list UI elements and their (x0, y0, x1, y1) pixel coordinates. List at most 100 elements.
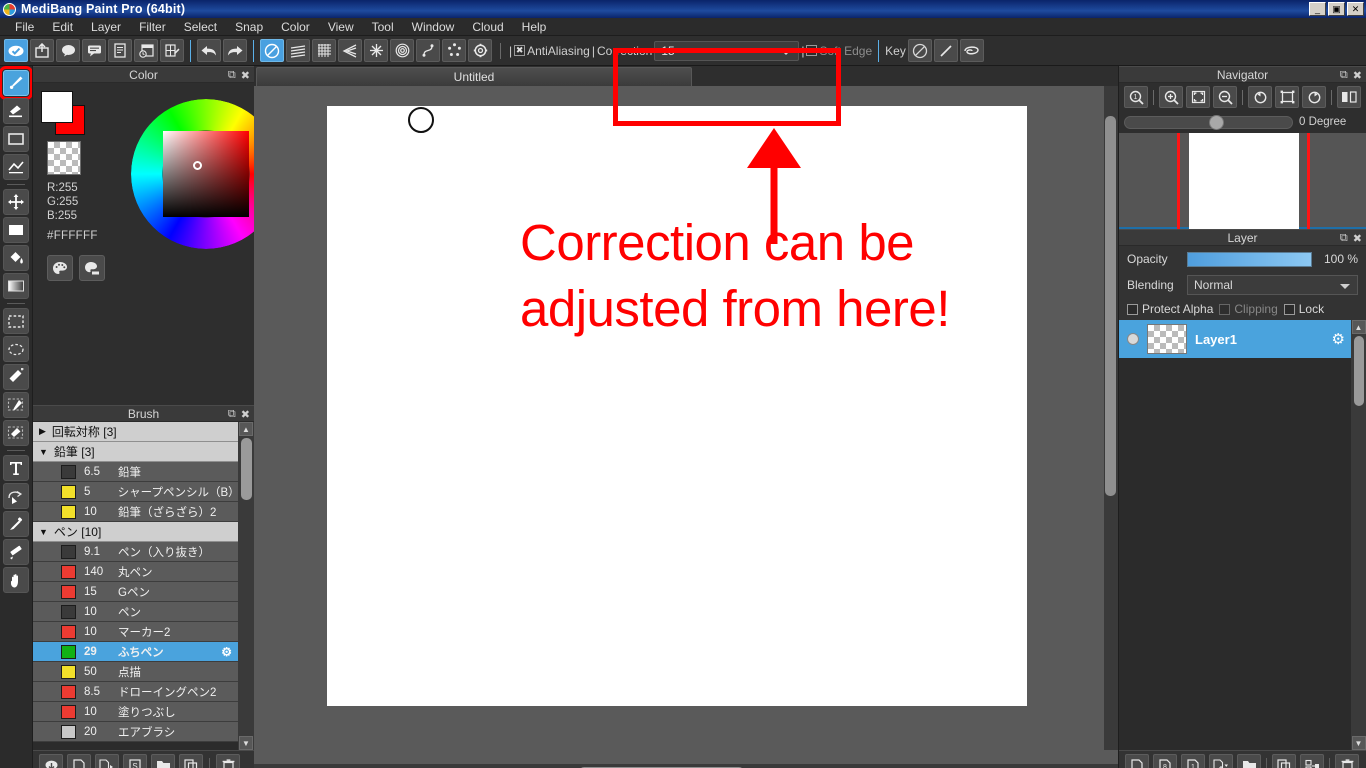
brush-group[interactable]: ▼ ペン [10] (33, 522, 238, 542)
line-tool[interactable] (3, 154, 29, 180)
reset-rotate-icon[interactable] (1275, 86, 1299, 108)
disclosure-triangle-icon[interactable]: ▼ (39, 527, 48, 537)
canvas-vertical-scrollbar[interactable] (1104, 86, 1118, 750)
brush-list-item[interactable]: 6.5 鉛筆 (33, 462, 238, 482)
bucket-tool[interactable] (3, 245, 29, 271)
menu-item-edit[interactable]: Edit (43, 18, 82, 36)
menu-item-layer[interactable]: Layer (82, 18, 130, 36)
brush-list-item[interactable]: 5 シャープペンシル（B） (33, 482, 240, 502)
menu-item-file[interactable]: File (6, 18, 43, 36)
scroll-thumb[interactable] (240, 438, 252, 500)
brush-list-item[interactable]: 10 ペン (33, 602, 238, 622)
none-icon[interactable] (907, 39, 932, 62)
menu-item-select[interactable]: Select (175, 18, 226, 36)
script-brush-icon[interactable]: S (123, 754, 147, 768)
palette-icon[interactable] (47, 255, 73, 281)
float-icon[interactable]: ⧉ (1340, 232, 1348, 245)
disclosure-triangle-icon[interactable]: ▼ (39, 447, 48, 457)
gradient-tool[interactable] (3, 273, 29, 299)
new-8bit-layer-icon[interactable]: 8 (1153, 754, 1177, 768)
vertical-scroll-thumb[interactable] (1105, 116, 1116, 496)
sv-cursor[interactable] (193, 161, 202, 170)
canvas-paper[interactable]: Correction can be adjusted from here! (327, 106, 1027, 706)
opacity-slider[interactable] (1187, 251, 1312, 267)
new-brush-icon[interactable] (67, 754, 91, 768)
undo-icon[interactable] (197, 39, 221, 62)
rotation-slider-knob[interactable] (1209, 114, 1224, 130)
duplicate-layer-icon[interactable] (1272, 754, 1296, 768)
foreground-color-swatch[interactable] (41, 91, 73, 123)
document-icon[interactable] (108, 39, 132, 62)
brush-list-item[interactable]: 9.1 ペン（入り抜き） (33, 542, 238, 562)
zoom-out-icon[interactable] (1213, 86, 1237, 108)
visibility-toggle-icon[interactable] (1127, 333, 1139, 345)
navigator-thumbnail[interactable] (1119, 133, 1366, 229)
download-brush-icon[interactable] (39, 754, 63, 768)
redo-icon[interactable] (223, 39, 247, 62)
trash-icon[interactable] (216, 754, 240, 768)
brush-list-item[interactable]: 20 エアブラシ (33, 722, 238, 742)
fill-rect-tool[interactable] (3, 217, 29, 243)
lasso-icon[interactable] (959, 39, 984, 62)
minimize-button[interactable]: _ (1309, 2, 1326, 16)
rotation-slider[interactable] (1124, 114, 1293, 130)
clipping-checkbox[interactable] (1219, 303, 1231, 315)
float-icon[interactable]: ⧉ (228, 69, 236, 82)
brush-scrollbar[interactable]: ▲ ▼ (238, 422, 254, 750)
layer-scroll-thumb[interactable] (1353, 336, 1364, 406)
edit-grid-icon[interactable] (160, 39, 184, 62)
polygon-icon[interactable] (442, 39, 466, 62)
menu-item-color[interactable]: Color (272, 18, 319, 36)
layer-row[interactable]: Layer1 ⚙ (1119, 320, 1351, 358)
text-tool[interactable] (3, 455, 29, 481)
rotate-left-icon[interactable] (1248, 86, 1272, 108)
lasso-tool[interactable] (3, 336, 29, 362)
menu-item-snap[interactable]: Snap (226, 18, 272, 36)
scroll-up-icon[interactable]: ▲ (1351, 320, 1366, 334)
magic-wand-tool[interactable] (3, 364, 29, 390)
merge-layer-icon[interactable] (1300, 754, 1324, 768)
close-icon[interactable]: ✖ (1353, 69, 1362, 82)
operation-tool[interactable] (3, 539, 29, 565)
menu-item-filter[interactable]: Filter (130, 18, 175, 36)
add-layer-menu-icon[interactable] (1209, 754, 1233, 768)
new-layer-icon[interactable] (1125, 754, 1149, 768)
folder-icon[interactable] (151, 754, 175, 768)
curve-icon[interactable] (416, 39, 440, 62)
brush-list-item[interactable]: 10 鉛筆（ざらざら）2 (33, 502, 238, 522)
transparent-color-swatch[interactable] (47, 141, 81, 175)
scroll-up-icon[interactable]: ▲ (239, 422, 253, 436)
comment-icon[interactable] (56, 39, 80, 62)
saturation-value-box[interactable] (163, 131, 249, 217)
menu-item-help[interactable]: Help (513, 18, 556, 36)
perspective-icon[interactable] (338, 39, 362, 62)
delete-layer-icon[interactable] (1335, 754, 1359, 768)
brush-list-item[interactable]: 50 点描 (33, 662, 238, 682)
brush-list-item[interactable]: 29 ふちペン ⚙ (33, 642, 238, 662)
eyedropper-tool[interactable] (3, 511, 29, 537)
timeline-icon[interactable] (134, 39, 158, 62)
close-icon[interactable]: ✖ (1353, 232, 1362, 245)
scroll-down-icon[interactable]: ▼ (239, 736, 253, 750)
menu-item-tool[interactable]: Tool (363, 18, 403, 36)
menu-item-cloud[interactable]: Cloud (463, 18, 512, 36)
protect-alpha-checkbox[interactable] (1127, 303, 1138, 315)
float-icon[interactable]: ⧉ (1340, 69, 1348, 82)
move-tool[interactable] (3, 189, 29, 215)
close-button[interactable]: ✕ (1347, 2, 1364, 16)
shape-tool[interactable] (3, 126, 29, 152)
correction-dropdown[interactable]: 15 (654, 40, 800, 61)
canvas-viewport[interactable]: Correction can be adjusted from here! (254, 86, 1118, 764)
parallel-lines-icon[interactable] (286, 39, 310, 62)
brush-list[interactable]: ▶ 回転対称 [3] ▼ 鉛筆 [3] 6.5 鉛筆 5 シャープペンシル（B） 10 鉛筆（ざら… (33, 422, 254, 750)
eraser-tool[interactable] (3, 98, 29, 124)
upload-icon[interactable] (30, 39, 54, 62)
gear-icon[interactable]: ⚙ (1332, 330, 1345, 348)
select-tool[interactable] (3, 308, 29, 334)
brush-list-item[interactable]: 10 マーカー2 (33, 622, 238, 642)
blending-dropdown[interactable]: Normal (1187, 275, 1358, 295)
layer-list[interactable]: Layer1 ⚙ ▲ ▼ (1119, 320, 1366, 750)
select-pen-tool[interactable] (3, 392, 29, 418)
gear-icon[interactable]: ⚙ (221, 645, 232, 659)
zoom-in-icon[interactable] (1159, 86, 1183, 108)
